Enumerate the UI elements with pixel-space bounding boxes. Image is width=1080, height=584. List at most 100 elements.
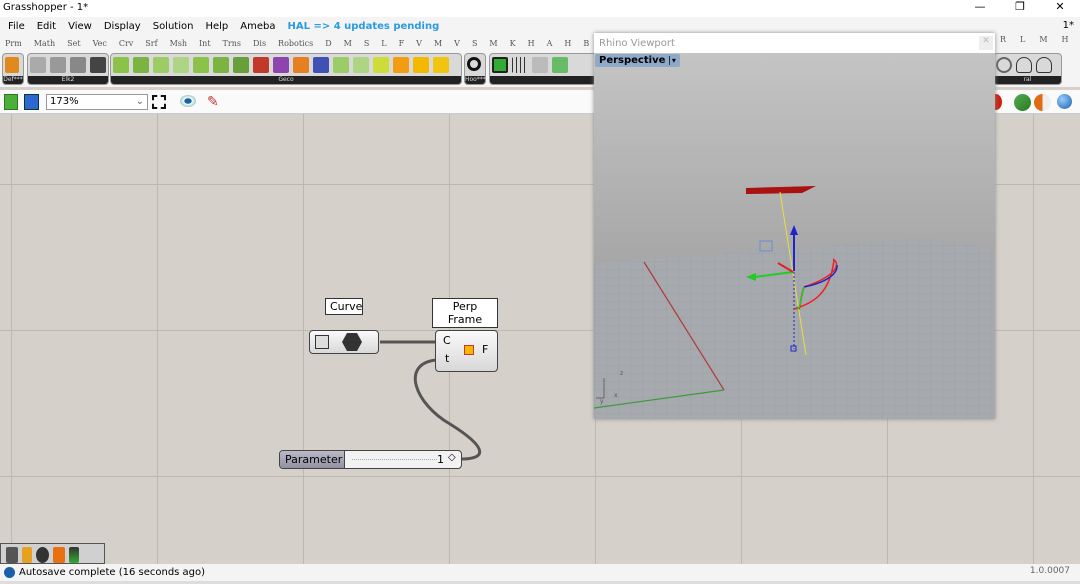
geco-tool-icon[interactable] bbox=[313, 57, 329, 73]
tab-v[interactable]: V bbox=[416, 39, 422, 48]
tab-math[interactable]: Math bbox=[34, 39, 55, 48]
elk-icon[interactable] bbox=[90, 57, 106, 73]
minimize-button[interactable]: — bbox=[960, 0, 1000, 17]
t-icon[interactable] bbox=[5, 57, 19, 73]
menu-file[interactable]: File bbox=[8, 21, 25, 32]
slider-handle-icon[interactable]: ◇ bbox=[448, 452, 456, 463]
menu-solution[interactable]: Solution bbox=[153, 21, 194, 32]
frame-plane bbox=[746, 186, 816, 194]
output-f[interactable]: F bbox=[482, 343, 488, 356]
elk-icon[interactable] bbox=[50, 57, 66, 73]
tab-robotics[interactable]: Robotics bbox=[278, 39, 313, 48]
parameter-slider[interactable]: Parameter 1 ◇ bbox=[279, 450, 462, 469]
geco-tool-icon[interactable] bbox=[273, 57, 289, 73]
grid-icon[interactable] bbox=[512, 57, 528, 73]
bake-icon[interactable] bbox=[53, 547, 65, 563]
tab-vec[interactable]: Vec bbox=[93, 39, 107, 48]
display-sphere-icon[interactable] bbox=[1057, 94, 1072, 109]
zoom-extents-icon[interactable] bbox=[152, 95, 166, 109]
close-button[interactable]: ✕ bbox=[1040, 0, 1080, 17]
preview-mesh-icon[interactable] bbox=[1014, 94, 1031, 111]
tab-dis[interactable]: Dis bbox=[253, 39, 266, 48]
viewport-view-menu[interactable]: Perspective ▾ bbox=[595, 54, 680, 67]
ring-icon[interactable] bbox=[467, 57, 481, 71]
tab-h[interactable]: H bbox=[564, 39, 571, 48]
download-icon[interactable] bbox=[6, 547, 18, 563]
tab-h[interactable]: H bbox=[1062, 35, 1069, 44]
tab-s[interactable]: S bbox=[364, 39, 369, 48]
geco-tool-icon[interactable] bbox=[433, 57, 449, 73]
zoom-select[interactable]: 173% ⌄ bbox=[46, 94, 148, 110]
menu-ameba[interactable]: Ameba bbox=[240, 21, 275, 32]
geco-tool-icon[interactable] bbox=[253, 57, 269, 73]
input-c[interactable]: C bbox=[443, 334, 451, 347]
tab-v[interactable]: V bbox=[454, 39, 460, 48]
perp-frame-component[interactable]: C t F bbox=[435, 330, 498, 372]
save-icon[interactable] bbox=[24, 94, 39, 110]
tab-trns[interactable]: Trns bbox=[223, 39, 241, 48]
open-file-icon[interactable] bbox=[4, 94, 18, 110]
list-icon[interactable] bbox=[532, 57, 548, 73]
menu-display[interactable]: Display bbox=[104, 21, 141, 32]
tab-a[interactable]: A bbox=[547, 39, 553, 48]
elk-icon[interactable] bbox=[70, 57, 86, 73]
tab-srf[interactable]: Srf bbox=[145, 39, 157, 48]
tab-h[interactable]: H bbox=[528, 39, 535, 48]
geco-tool-icon[interactable] bbox=[353, 57, 369, 73]
viewport-scene[interactable]: z y x Perspective ▾ bbox=[594, 53, 995, 419]
slider-icon[interactable] bbox=[69, 547, 79, 563]
curve-param-component[interactable] bbox=[309, 330, 379, 354]
tab-k[interactable]: K bbox=[510, 39, 516, 48]
tab-prm[interactable]: Prm bbox=[5, 39, 22, 48]
tree-icon[interactable] bbox=[1016, 57, 1032, 73]
viewport-close-button[interactable]: ✕ bbox=[979, 36, 993, 50]
preview-eye-icon[interactable] bbox=[180, 95, 196, 107]
rhino-viewport-window[interactable]: Rhino Viewport ✕ z y x Perspective ▾ bbox=[594, 33, 995, 419]
hal-updates-notice[interactable]: HAL => 4 updates pending bbox=[288, 21, 440, 32]
sketch-pen-icon[interactable]: ✎ bbox=[207, 94, 221, 110]
geco-tool-icon[interactable] bbox=[293, 57, 309, 73]
tab-m[interactable]: M bbox=[344, 39, 352, 48]
graph-icon[interactable] bbox=[552, 57, 568, 73]
component-icon[interactable] bbox=[22, 547, 32, 563]
geco-tool-icon[interactable] bbox=[333, 57, 349, 73]
tab-f[interactable]: F bbox=[399, 39, 405, 48]
tree-icon[interactable] bbox=[1036, 57, 1052, 73]
panel-ral: ral bbox=[993, 53, 1062, 85]
geco-tool-icon[interactable] bbox=[173, 57, 189, 73]
tab-d[interactable]: D bbox=[325, 39, 331, 48]
slider-track[interactable] bbox=[352, 459, 437, 460]
tab-r[interactable]: R bbox=[1000, 35, 1006, 44]
maximize-button[interactable]: ❐ bbox=[1000, 0, 1040, 17]
curve-param-icon bbox=[315, 335, 329, 349]
tab-m[interactable]: M bbox=[1039, 35, 1047, 44]
tab-crv[interactable]: Crv bbox=[119, 39, 133, 48]
shaded-preview-icon[interactable] bbox=[1034, 94, 1051, 111]
menu-edit[interactable]: Edit bbox=[37, 21, 56, 32]
square-icon[interactable] bbox=[492, 57, 508, 73]
tab-s[interactable]: S bbox=[472, 39, 477, 48]
tab-msh[interactable]: Msh bbox=[170, 39, 187, 48]
geco-tool-icon[interactable] bbox=[193, 57, 209, 73]
input-t[interactable]: t bbox=[445, 352, 449, 365]
geco-tool-icon[interactable] bbox=[373, 57, 389, 73]
tab-set[interactable]: Set bbox=[67, 39, 80, 48]
geco-tool-icon[interactable] bbox=[413, 57, 429, 73]
geco-tool-icon[interactable] bbox=[213, 57, 229, 73]
menu-help[interactable]: Help bbox=[205, 21, 228, 32]
tab-l[interactable]: L bbox=[1020, 35, 1025, 44]
geco-tool-icon[interactable] bbox=[113, 57, 129, 73]
target-icon[interactable] bbox=[996, 57, 1012, 73]
tab-int[interactable]: Int bbox=[199, 39, 211, 48]
curve-icon[interactable] bbox=[36, 547, 49, 563]
geco-tool-icon[interactable] bbox=[393, 57, 409, 73]
geco-tool-icon[interactable] bbox=[153, 57, 169, 73]
tab-m[interactable]: M bbox=[489, 39, 497, 48]
tab-b[interactable]: B bbox=[583, 39, 589, 48]
geco-tool-icon[interactable] bbox=[233, 57, 249, 73]
elk-icon[interactable] bbox=[30, 57, 46, 73]
geco-tool-icon[interactable] bbox=[133, 57, 149, 73]
tab-l[interactable]: L bbox=[381, 39, 386, 48]
menu-view[interactable]: View bbox=[68, 21, 92, 32]
tab-m[interactable]: M bbox=[434, 39, 442, 48]
